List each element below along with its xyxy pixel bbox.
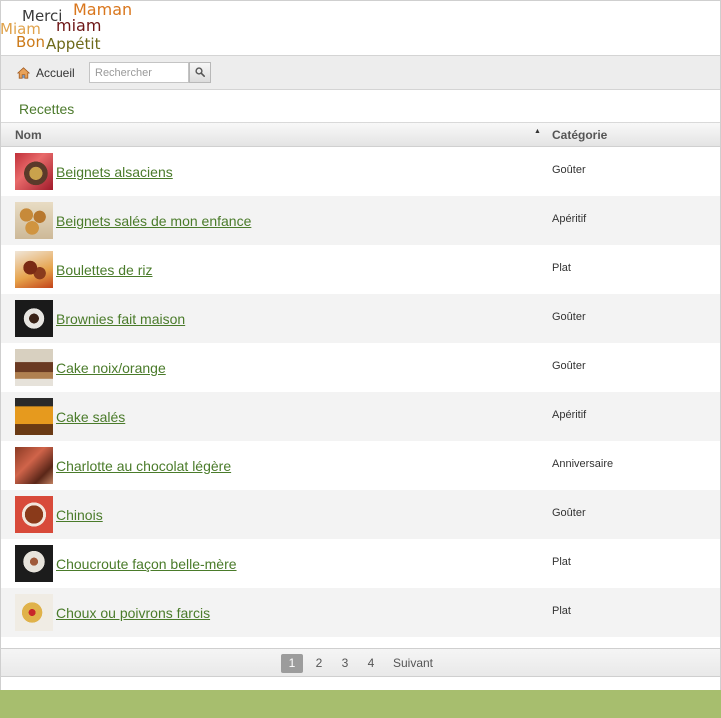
- recipe-link[interactable]: Charlotte au chocolat légère: [56, 458, 231, 474]
- recipe-thumbnail[interactable]: [15, 447, 53, 484]
- table-row: Beignets salés de mon enfance Apéritif: [1, 196, 720, 245]
- table-row: Cake noix/orange Goûter: [1, 343, 720, 392]
- table-row: Choucroute façon belle-mère Plat: [1, 539, 720, 588]
- search-input[interactable]: [89, 62, 189, 83]
- recipe-thumbnail[interactable]: [15, 300, 53, 337]
- recipe-link[interactable]: Brownies fait maison: [56, 311, 185, 327]
- recipe-category: Apéritif: [552, 213, 587, 225]
- section-title: Recettes: [19, 101, 75, 117]
- home-label: Accueil: [36, 66, 75, 80]
- recipe-category: Plat: [552, 262, 571, 274]
- recipe-link[interactable]: Beignets alsaciens: [56, 164, 173, 180]
- recipe-link[interactable]: Boulettes de riz: [56, 262, 153, 278]
- next-page-button[interactable]: Suivant: [389, 654, 437, 673]
- recipe-link[interactable]: Chinois: [56, 507, 103, 523]
- logo-word: Bon: [16, 33, 45, 51]
- home-icon: [17, 67, 30, 79]
- recipe-thumbnail[interactable]: [15, 251, 53, 288]
- recipe-category: Goûter: [552, 311, 586, 323]
- recipe-category: Apéritif: [552, 409, 587, 421]
- recipe-category: Plat: [552, 556, 571, 568]
- column-header-name[interactable]: Nom: [15, 128, 42, 142]
- recipe-list: Beignets alsaciens Goûter Beignets salés…: [1, 147, 720, 637]
- logo-word: miam: [56, 16, 102, 35]
- logo-word: Appétit: [46, 35, 101, 53]
- table-header: Nom ▲ Catégorie: [1, 122, 720, 147]
- recipe-link[interactable]: Beignets salés de mon enfance: [56, 213, 251, 229]
- site-logo[interactable]: Merci Maman Miam miam Bon Appétit: [0, 0, 140, 55]
- table-row: Charlotte au chocolat légère Anniversair…: [1, 441, 720, 490]
- table-row: Cake salés Apéritif: [1, 392, 720, 441]
- recipe-category: Goûter: [552, 164, 586, 176]
- toolbar: Accueil: [1, 55, 720, 90]
- table-row: Chinois Goûter: [1, 490, 720, 539]
- page-4-button[interactable]: 4: [363, 654, 379, 673]
- table-row: Choux ou poivrons farcis Plat: [1, 588, 720, 637]
- page-1-button[interactable]: 1: [281, 654, 303, 673]
- recipe-thumbnail[interactable]: [15, 349, 53, 386]
- search-button[interactable]: [189, 62, 211, 83]
- sort-ascending-icon[interactable]: ▲: [534, 128, 541, 135]
- pagination: 1 2 3 4 Suivant: [1, 648, 720, 677]
- page-3-button[interactable]: 3: [337, 654, 353, 673]
- page-2-button[interactable]: 2: [311, 654, 327, 673]
- recipe-thumbnail[interactable]: [15, 202, 53, 239]
- table-row: Brownies fait maison Goûter: [1, 294, 720, 343]
- recipe-link[interactable]: Choux ou poivrons farcis: [56, 605, 210, 621]
- column-header-category[interactable]: Catégorie: [552, 128, 607, 142]
- table-row: Boulettes de riz Plat: [1, 245, 720, 294]
- recipe-category: Anniversaire: [552, 458, 614, 470]
- recipe-thumbnail[interactable]: [15, 153, 53, 190]
- table-row: Beignets alsaciens Goûter: [1, 147, 720, 196]
- recipe-thumbnail[interactable]: [15, 594, 53, 631]
- recipe-link[interactable]: Cake salés: [56, 409, 125, 425]
- recipe-thumbnail[interactable]: [15, 398, 53, 435]
- recipe-thumbnail[interactable]: [15, 496, 53, 533]
- recipe-link[interactable]: Choucroute façon belle-mère: [56, 556, 237, 572]
- home-link[interactable]: Accueil: [17, 66, 75, 80]
- recipe-link[interactable]: Cake noix/orange: [56, 360, 166, 376]
- recipe-category: Plat: [552, 605, 571, 617]
- recipe-category: Goûter: [552, 507, 586, 519]
- recipe-thumbnail[interactable]: [15, 545, 53, 582]
- recipe-category: Goûter: [552, 360, 586, 372]
- search-icon: [195, 64, 205, 82]
- footer-bar: [0, 690, 721, 718]
